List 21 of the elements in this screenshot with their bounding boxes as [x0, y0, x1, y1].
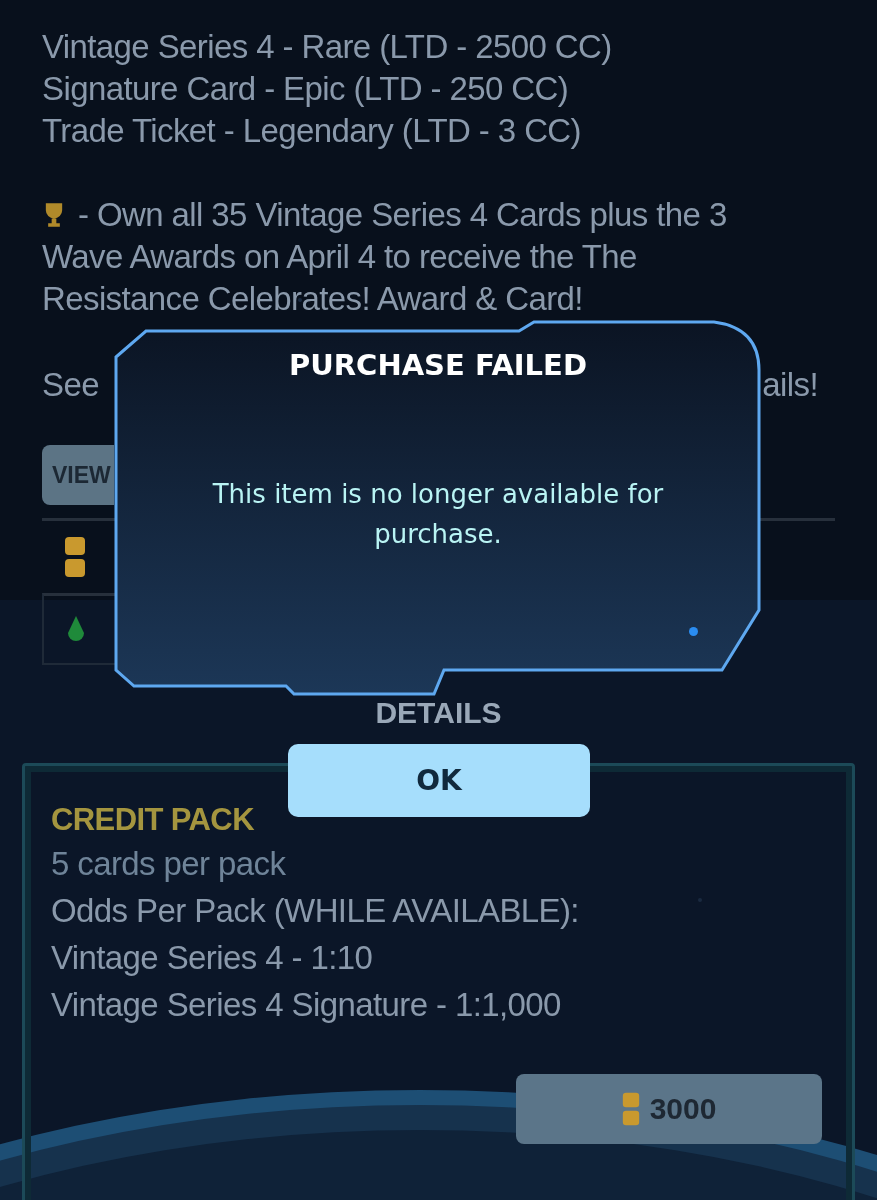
dialog-title: PURCHASE FAILED: [289, 348, 587, 382]
price-button[interactable]: 3000: [516, 1074, 822, 1144]
ok-button[interactable]: OK: [288, 744, 590, 817]
rarity-line: Signature Card - Epic (LTD - 250 CC): [42, 69, 570, 109]
rarity-line: Trade Ticket - Legendary (LTD - 3 CC): [42, 111, 582, 151]
odds-line: Vintage Series 4 - 1:10: [51, 938, 374, 978]
award-note: Resistance Celebrates! Award & Card!: [42, 279, 583, 319]
transmission-note: ails!: [762, 365, 818, 405]
set-progress-button[interactable]: VIEW: [42, 445, 114, 505]
dialog-message: This item is no longer available for purchase.: [211, 478, 665, 551]
rarity-line: Vintage Series 4 - Rare (LTD - 2500 CC): [42, 27, 613, 67]
odds-line: Vintage Series 4 Signature - 1:1,000: [51, 985, 562, 1025]
odds-heading: Odds Per Pack (WHILE AVAILABLE):: [51, 891, 580, 931]
award-note: Wave Awards on April 4 to receive the The: [42, 237, 637, 277]
details-label: DETAILS: [374, 697, 503, 729]
pack-title: CREDIT PACK: [51, 801, 255, 839]
indicator-dot: [689, 627, 698, 636]
transmission-note: See: [42, 365, 99, 405]
award-note: - Own all 35 Vintage Series 4 Cards plus the 3: [78, 195, 727, 235]
coin-icon: [64, 535, 86, 579]
pack-subtitle: 5 cards per pack: [51, 844, 287, 884]
